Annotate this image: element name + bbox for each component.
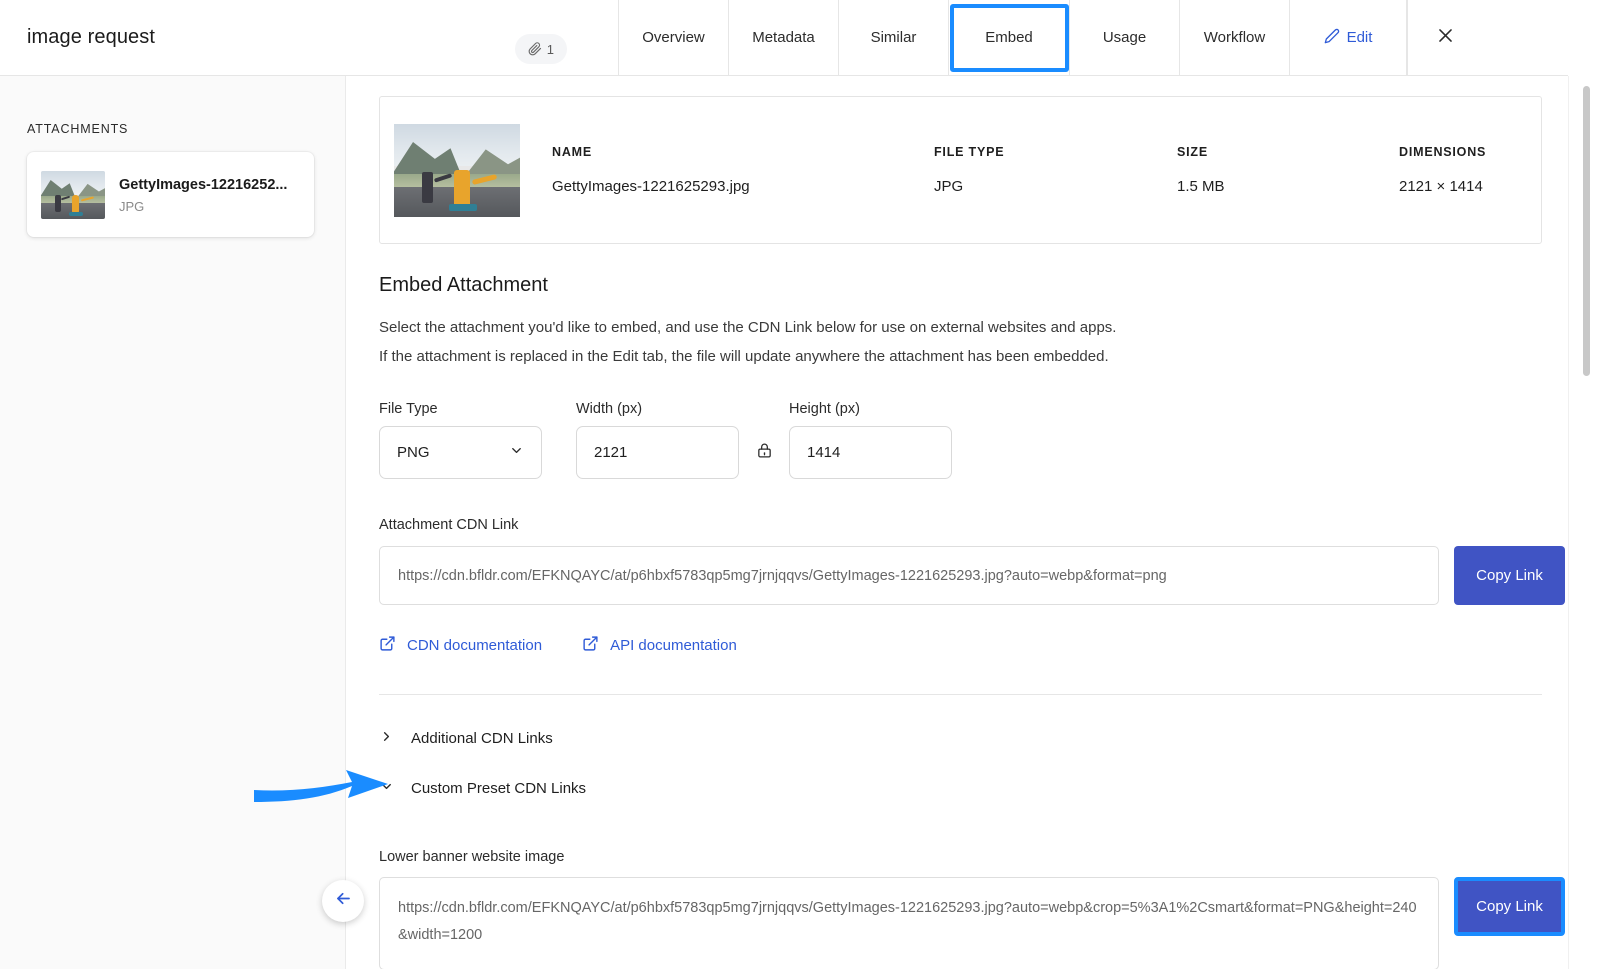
chevron-right-icon [379, 729, 394, 748]
file-info-card: NAME GettyImages-1221625293.jpg FILE TYP… [379, 96, 1542, 244]
additional-cdn-links-toggle[interactable]: Additional CDN Links [379, 729, 553, 748]
height-input[interactable]: 1414 [789, 426, 952, 479]
file-info-column-name: NAME GettyImages-1221625293.jpg [552, 145, 750, 195]
custom-preset-cdn-links-label: Custom Preset CDN Links [411, 780, 587, 797]
tab-workflow-label: Workflow [1203, 29, 1266, 46]
attachment-name: GettyImages-12216252... [119, 176, 288, 193]
page-scrollbar[interactable] [1568, 76, 1600, 969]
tab-embed[interactable]: Embed [948, 0, 1069, 75]
api-documentation-link[interactable]: API documentation [582, 635, 737, 656]
attachment-filetype: JPG [119, 198, 145, 214]
attachment-thumbnail [41, 170, 105, 219]
copy-link-button[interactable]: Copy Link [1454, 546, 1565, 605]
file-info-column-dimensions: DIMENSIONS 2121 × 1414 [1399, 145, 1486, 195]
tab-embed-label: Embed [985, 29, 1033, 46]
api-documentation-label: API documentation [610, 637, 737, 654]
preset-copy-link-label: Copy Link [1476, 898, 1543, 915]
attachment-count-badge[interactable]: 1 [514, 34, 567, 64]
file-info-size-value: 1.5 MB [1177, 178, 1225, 195]
pencil-icon [1324, 28, 1340, 48]
embed-options-row: File Type PNG Width (px) 2121 Height (px… [379, 401, 952, 479]
close-icon [1436, 26, 1455, 50]
file-type-value: PNG [397, 444, 430, 461]
lock-icon [756, 442, 773, 464]
embed-description-line-1: Select the attachment you'd like to embe… [379, 319, 1117, 336]
embed-tab-screen: image request 1 Overview Metadata Simila… [0, 0, 1600, 969]
embed-section-title: Embed Attachment [379, 274, 548, 296]
chevron-down-icon [379, 779, 394, 798]
cdn-link-value: https://cdn.bfldr.com/EFKNQAYC/at/p6hbxf… [398, 567, 1167, 584]
embed-panel: NAME GettyImages-1221625293.jpg FILE TYP… [346, 76, 1568, 969]
file-type-select[interactable]: PNG [379, 426, 542, 479]
file-info-filetype-value: JPG [934, 178, 964, 195]
file-info-size-header: SIZE [1177, 145, 1208, 159]
aspect-ratio-lock-button[interactable] [739, 426, 789, 479]
arrow-left-icon [334, 889, 353, 913]
page-scrollbar-thumb[interactable] [1583, 86, 1590, 376]
attachment-count-label: 1 [546, 41, 554, 57]
tab-similar[interactable]: Similar [838, 0, 948, 75]
width-value: 2121 [594, 444, 628, 461]
documentation-links: CDN documentation API documentation [379, 635, 737, 656]
tab-bar: Overview Metadata Similar Embed Usage Wo… [618, 0, 1407, 75]
preset-label: Lower banner website image [379, 849, 565, 865]
tab-usage[interactable]: Usage [1069, 0, 1179, 75]
external-link-icon [379, 635, 396, 656]
paperclip-icon [528, 42, 542, 56]
edit-button[interactable]: Edit [1289, 0, 1407, 75]
edit-button-label: Edit [1346, 29, 1373, 46]
cdn-link-label: Attachment CDN Link [379, 517, 519, 533]
title-zone: image request 1 [0, 0, 595, 75]
file-info-filetype-header: FILE TYPE [934, 145, 1005, 159]
preset-copy-link-button[interactable]: Copy Link [1454, 877, 1565, 936]
tab-usage-label: Usage [1102, 29, 1147, 46]
back-button[interactable] [322, 880, 364, 922]
preset-link-value: https://cdn.bfldr.com/EFKNQAYC/at/p6hbxf… [398, 900, 1417, 943]
tab-overview[interactable]: Overview [618, 0, 728, 75]
embed-description-line-2: If the attachment is replaced in the Edi… [379, 348, 1109, 365]
tab-metadata-label: Metadata [752, 29, 815, 46]
preset-link-input[interactable]: https://cdn.bfldr.com/EFKNQAYC/at/p6hbxf… [379, 877, 1439, 969]
custom-preset-cdn-links-toggle[interactable]: Custom Preset CDN Links [379, 779, 586, 798]
attachments-section-label: ATTACHMENTS [27, 122, 129, 136]
external-link-icon [582, 635, 599, 656]
tab-similar-label: Similar [870, 29, 917, 46]
file-info-column-filetype: FILE TYPE JPG [934, 145, 1004, 195]
file-type-field: File Type PNG [379, 401, 542, 479]
copy-link-label: Copy Link [1476, 567, 1543, 584]
file-info-dimensions-value: 2121 × 1414 [1399, 178, 1483, 195]
file-type-label: File Type [379, 401, 438, 417]
attachment-list-item[interactable]: GettyImages-12216252... JPG [27, 152, 314, 237]
width-input[interactable]: 2121 [576, 426, 739, 479]
width-field: Width (px) 2121 [576, 401, 739, 479]
width-label: Width (px) [576, 401, 643, 417]
cdn-documentation-link[interactable]: CDN documentation [379, 635, 542, 656]
close-button[interactable] [1407, 0, 1483, 75]
cdn-link-input[interactable]: https://cdn.bfldr.com/EFKNQAYC/at/p6hbxf… [379, 546, 1439, 605]
file-info-dimensions-header: DIMENSIONS [1399, 145, 1487, 159]
tab-workflow[interactable]: Workflow [1179, 0, 1289, 75]
tab-overview-label: Overview [642, 29, 705, 46]
tab-metadata[interactable]: Metadata [728, 0, 838, 75]
chevron-down-icon [509, 443, 524, 462]
attachments-sidebar: ATTACHMENTS GettyImages-12216252... JPG [0, 76, 346, 969]
height-value: 1414 [807, 444, 841, 461]
height-field: Height (px) 1414 [789, 401, 952, 479]
additional-cdn-links-label: Additional CDN Links [411, 730, 553, 747]
file-info-name-value: GettyImages-1221625293.jpg [552, 178, 750, 195]
file-preview-thumbnail [394, 123, 520, 217]
section-divider [379, 694, 1542, 695]
file-info-name-header: NAME [552, 145, 593, 159]
top-bar: image request 1 Overview Metadata Simila… [0, 0, 1568, 76]
cdn-documentation-label: CDN documentation [407, 637, 543, 654]
page-title: image request [27, 26, 156, 48]
file-info-column-size: SIZE 1.5 MB [1177, 145, 1225, 195]
height-label: Height (px) [789, 401, 860, 417]
